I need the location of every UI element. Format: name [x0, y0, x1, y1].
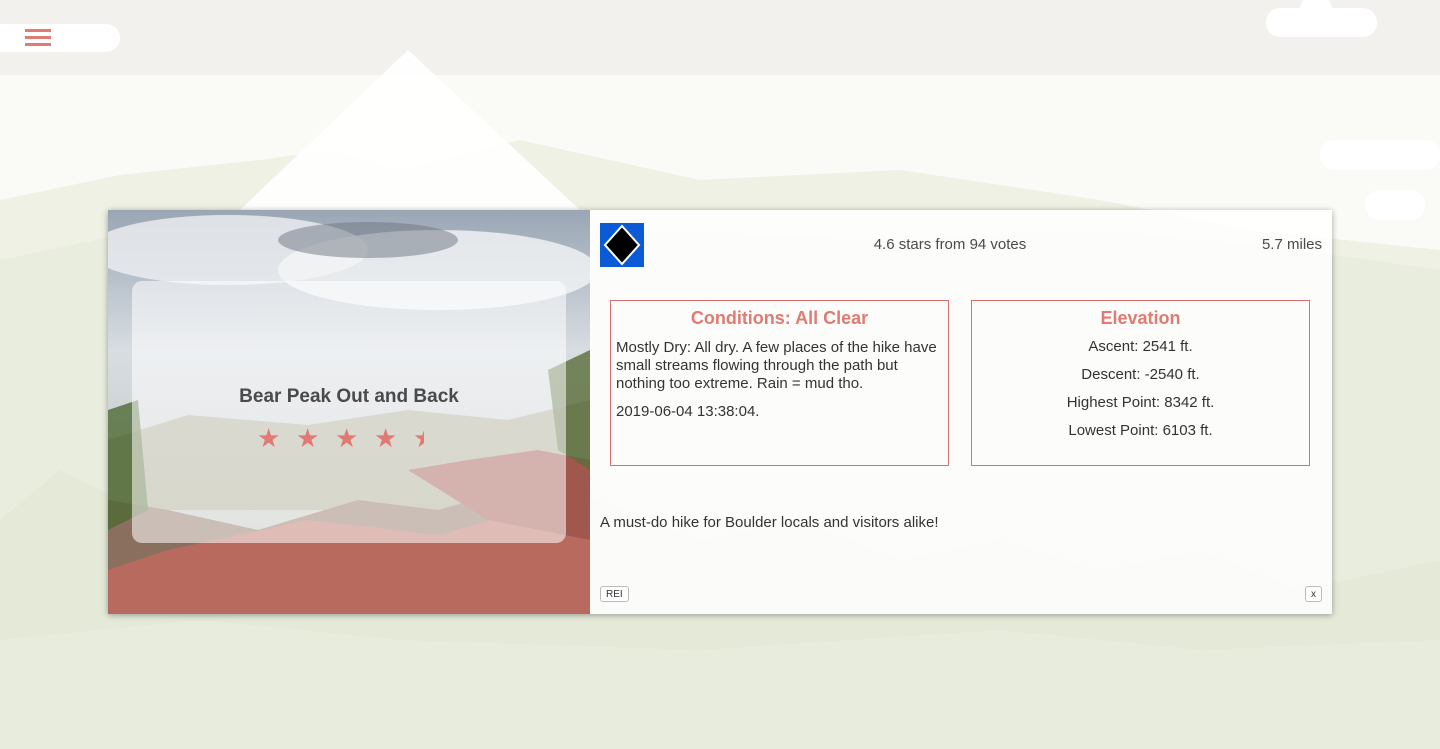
star-icon: ★ — [374, 423, 398, 453]
menu-button[interactable] — [0, 24, 120, 52]
hamburger-icon[interactable] — [25, 27, 51, 49]
trail-summary: A must-do hike for Boulder locals and vi… — [600, 514, 939, 531]
star-icon: ★ — [335, 423, 359, 453]
rating-summary: 4.6 stars from 94 votes — [873, 236, 1027, 253]
black-diamond-icon — [600, 223, 644, 267]
trail-length: 5.7 miles — [1261, 236, 1322, 253]
conditions-details: Mostly Dry: All dry. A few places of the… — [616, 339, 937, 392]
half-star-icon: ★ — [413, 423, 424, 453]
conditions-heading: Conditions: All Clear — [690, 308, 869, 328]
star-icon: ★ — [257, 423, 281, 453]
conditions-date: 2019-06-04 13:38:04. — [616, 403, 760, 420]
elevation-lowest: Lowest Point: 6103 ft. — [1068, 422, 1213, 439]
trail-photo: Bear Peak Out and Back ★ ★ ★ ★ ★ — [108, 210, 590, 614]
rei-link-button[interactable]: REI — [600, 586, 629, 602]
cloud-decoration — [1266, 0, 1377, 37]
elevation-descent: Descent: -2540 ft. — [1081, 366, 1200, 383]
elevation-highest: Highest Point: 8342 ft. — [1066, 394, 1215, 411]
trail-details: 4.6 stars from 94 votes 5.7 miles Condit… — [590, 210, 1332, 614]
elevation-heading: Elevation — [1100, 308, 1181, 328]
trail-card: Bear Peak Out and Back ★ ★ ★ ★ ★ 4.6 sta… — [108, 210, 1332, 614]
trail-title-overlay: Bear Peak Out and Back ★ ★ ★ ★ ★ — [132, 281, 566, 543]
elevation-ascent: Ascent: 2541 ft. — [1088, 338, 1193, 355]
conditions-panel: Conditions: All Clear Mostly Dry: All dr… — [610, 300, 949, 466]
star-rating: ★ ★ ★ ★ ★ — [252, 423, 452, 453]
close-button[interactable]: x — [1305, 586, 1322, 602]
elevation-panel: Elevation Ascent: 2541 ft. Descent: -254… — [971, 300, 1310, 466]
star-icon: ★ — [296, 423, 320, 453]
trail-name: Bear Peak Out and Back — [239, 386, 459, 407]
